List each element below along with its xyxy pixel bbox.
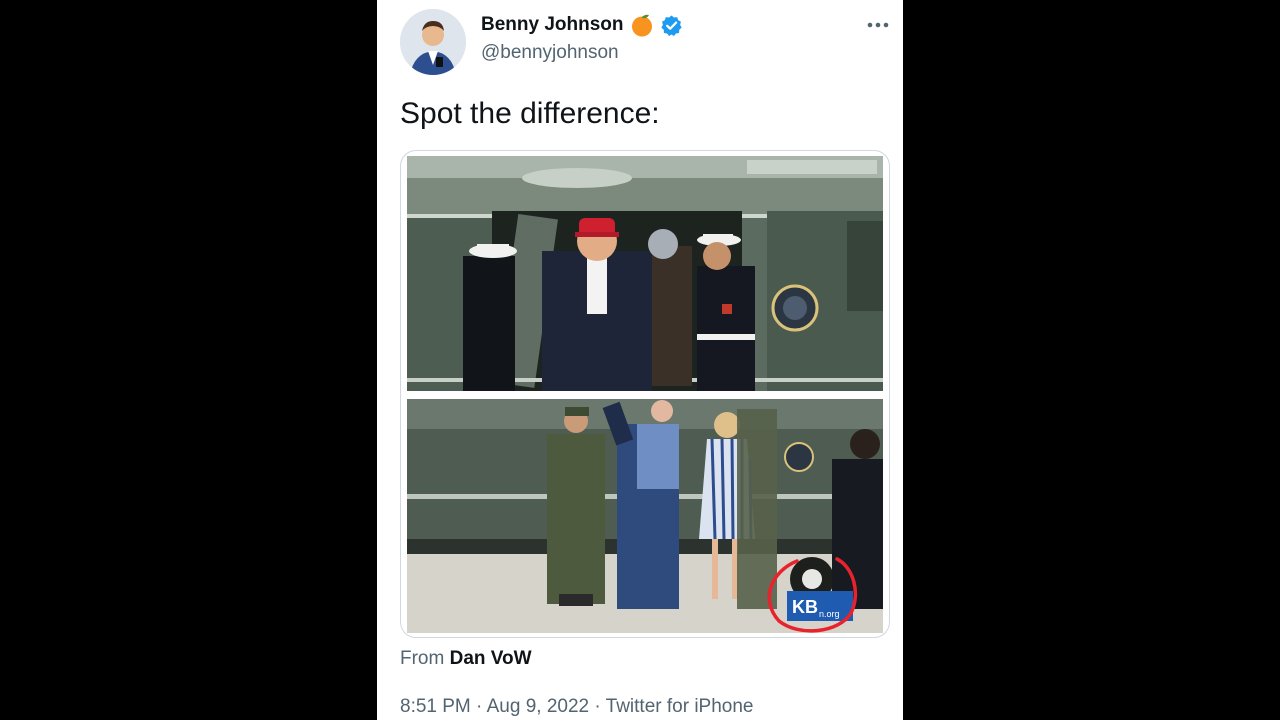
tweet-time[interactable]: 8:51 PM xyxy=(400,696,471,717)
verified-badge-icon xyxy=(660,14,682,36)
tweet-date[interactable]: Aug 9, 2022 xyxy=(487,696,589,717)
author-avatar[interactable] xyxy=(400,9,466,75)
tweet-media[interactable]: KB n.org xyxy=(400,150,890,638)
avatar-image xyxy=(400,9,466,75)
source-name[interactable]: Dan VoW xyxy=(450,648,532,669)
meta-separator: · xyxy=(594,696,601,717)
author-display-name[interactable]: Benny Johnson xyxy=(481,14,624,36)
source-attribution[interactable]: From Dan VoW xyxy=(400,648,532,670)
source-prefix: From xyxy=(400,648,445,669)
tweet-metadata: 8:51 PM · Aug 9, 2022 · Twitter for iPho… xyxy=(400,696,753,718)
meta-separator: · xyxy=(476,696,483,717)
tweet-card: Benny Johnson @bennyjohnson Spot the dif… xyxy=(377,0,903,720)
photo-helicopter-bottom: KB n.org xyxy=(407,399,883,633)
watermark-text: KB xyxy=(792,597,818,617)
author-handle[interactable]: @bennyjohnson xyxy=(481,42,619,64)
watermark-subtext: n.org xyxy=(819,609,840,619)
more-options-icon[interactable] xyxy=(867,14,889,36)
orange-emoji-icon xyxy=(631,14,652,37)
author-name-row: Benny Johnson xyxy=(481,13,683,37)
photo-helicopter-top xyxy=(407,156,883,391)
tweet-text: Spot the difference: xyxy=(400,97,660,130)
tweet-client[interactable]: Twitter for iPhone xyxy=(606,696,754,717)
